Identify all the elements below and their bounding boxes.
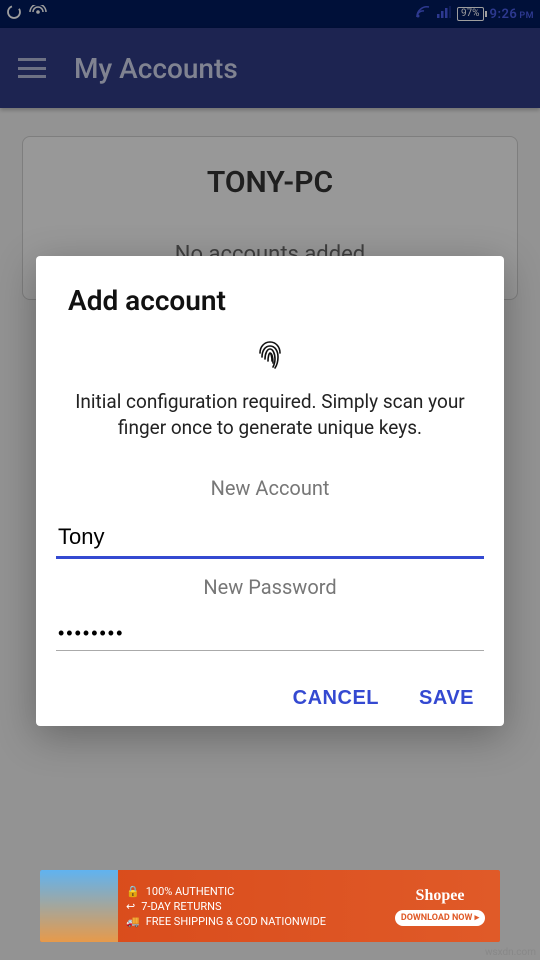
ad-image — [40, 870, 118, 942]
dialog-actions: CANCEL SAVE — [56, 687, 484, 710]
ad-banner[interactable]: 🔒 100% AUTHENTIC ↩ 7-DAY RETURNS 🚚 FREE SHI… — [40, 870, 500, 942]
add-account-dialog: Add account Initial configuration requir… — [36, 256, 504, 726]
ad-copy: 🔒 100% AUTHENTIC ↩ 7-DAY RETURNS 🚚 FREE SHI… — [118, 877, 380, 936]
password-input[interactable] — [56, 617, 484, 651]
ad-cta-button[interactable]: DOWNLOAD NOW ▸ — [395, 910, 485, 926]
ad-line3: FREE SHIPPING & COD NATIONWIDE — [146, 915, 326, 928]
watermark: wsxdn.com — [485, 947, 536, 958]
cancel-button[interactable]: CANCEL — [293, 687, 379, 710]
save-button[interactable]: SAVE — [419, 687, 474, 710]
dialog-message: Initial configuration required. Simply s… — [56, 389, 484, 460]
ad-line2: 7-DAY RETURNS — [141, 900, 221, 913]
fingerprint-icon — [56, 337, 484, 377]
ad-right: Shopee DOWNLOAD NOW ▸ — [380, 883, 500, 930]
account-label: New Account — [56, 476, 484, 500]
dialog-title: Add account — [68, 284, 484, 317]
ad-brand: Shopee — [388, 887, 492, 905]
return-icon: ↩ — [126, 900, 135, 913]
account-input[interactable] — [56, 518, 484, 559]
truck-icon: 🚚 — [126, 915, 140, 928]
ad-line1: 100% AUTHENTIC — [146, 885, 235, 898]
lock-icon: 🔒 — [126, 885, 140, 898]
password-label: New Password — [56, 575, 484, 599]
